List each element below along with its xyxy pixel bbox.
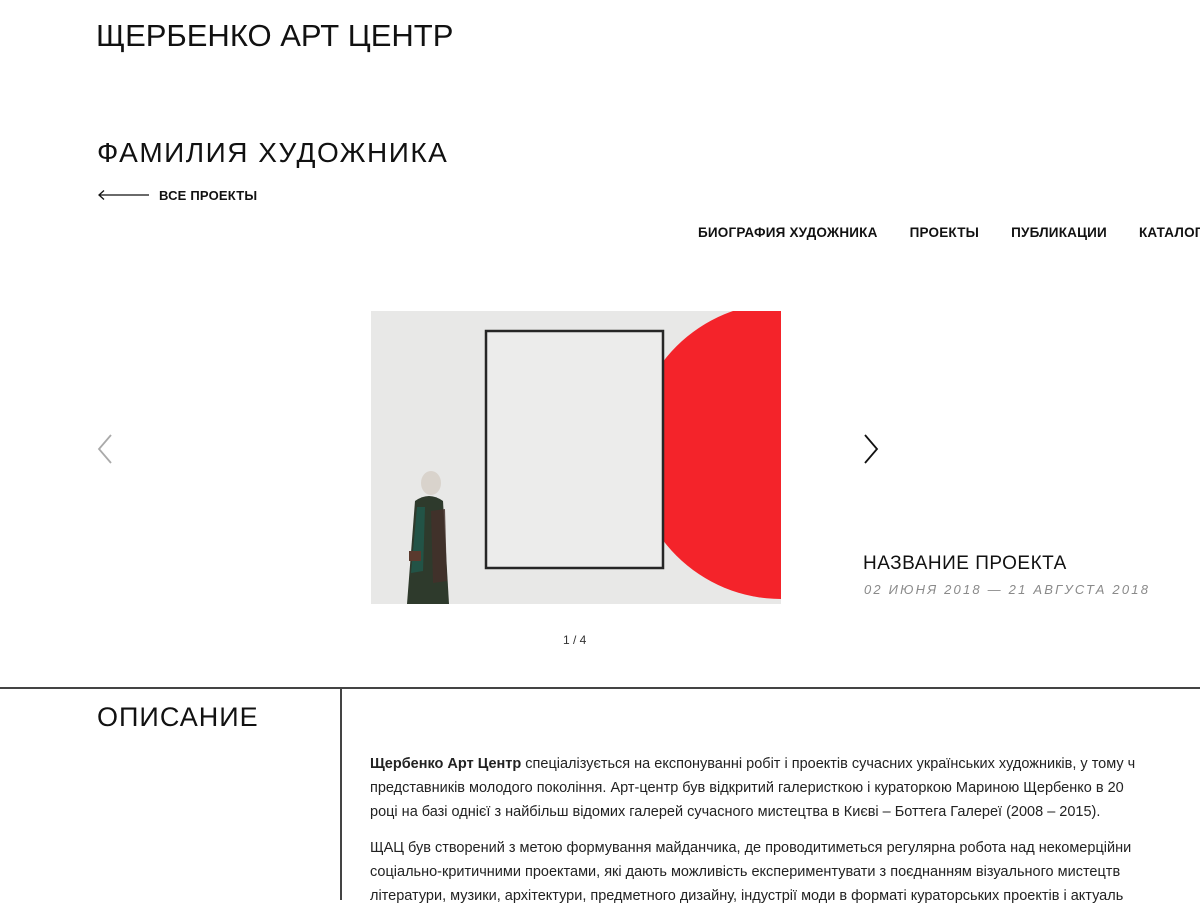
description-body: Щербенко Арт Центр спеціалізується на ек… [370,752,1200,920]
tab-projects[interactable]: ПРОЕКТЫ [910,225,979,240]
artist-name-heading: ФАМИЛИЯ ХУДОЖНИКА [97,137,449,168]
slider-next-button[interactable] [860,433,880,465]
project-title[interactable]: НАЗВАНИЕ ПРОЕКТА [863,553,1067,575]
tab-biography[interactable]: БИОГРАФИЯ ХУДОЖНИКА [698,225,878,240]
description-paragraph-1: Щербенко Арт Центр спеціалізується на ек… [370,752,1200,824]
slide-counter: 1 / 4 [563,633,587,647]
description-line: Щербенко Арт Центр спеціалізується на ек… [370,752,1200,776]
all-projects-label: ВСЕ ПРОЕКТЫ [159,187,258,203]
description-paragraph-2: ЩАЦ був створений з метою формування май… [370,836,1200,908]
description-text: спеціалізується на експонуванні робіт і … [521,756,1136,772]
arrow-left-icon [98,190,149,200]
section-divider-horizontal [0,687,1200,689]
project-dates: 02 ИЮНЯ 2018 — 21 АВГУСТА 2018 [864,582,1151,597]
chevron-right-icon [864,434,879,464]
description-heading: ОПИСАНИЕ [97,702,259,732]
description-line: літератури, музики, архітектури, предмет… [370,888,1124,904]
tab-catalogs[interactable]: КАТАЛОГИ [1139,225,1200,240]
site-title[interactable]: ЩЕРБЕНКО АРТ ЦЕНТР [96,18,453,54]
artist-tabs: БИОГРАФИЯ ХУДОЖНИКА ПРОЕКТЫ ПУБЛИКАЦИИ К… [698,225,1200,240]
slider-prev-button[interactable] [96,433,116,465]
description-line: році на базі однієї з найбільш відомих г… [370,804,1101,820]
section-divider-vertical [340,687,342,900]
chevron-left-icon [97,434,112,464]
project-slide-image[interactable] [371,311,781,604]
description-line: соціально-критичними проектами, які дают… [370,864,1121,880]
description-brand: Щербенко Арт Центр [370,756,522,772]
description-line: ЩАЦ був створений з метою формування май… [370,840,1132,856]
description-line: представників молодого покоління. Арт-це… [370,780,1124,796]
frame-shape [484,329,665,570]
all-projects-back-link[interactable]: ВСЕ ПРОЕКТЫ [97,185,257,205]
gallery-photo [371,311,781,604]
tab-publications[interactable]: ПУБЛИКАЦИИ [1011,225,1107,240]
